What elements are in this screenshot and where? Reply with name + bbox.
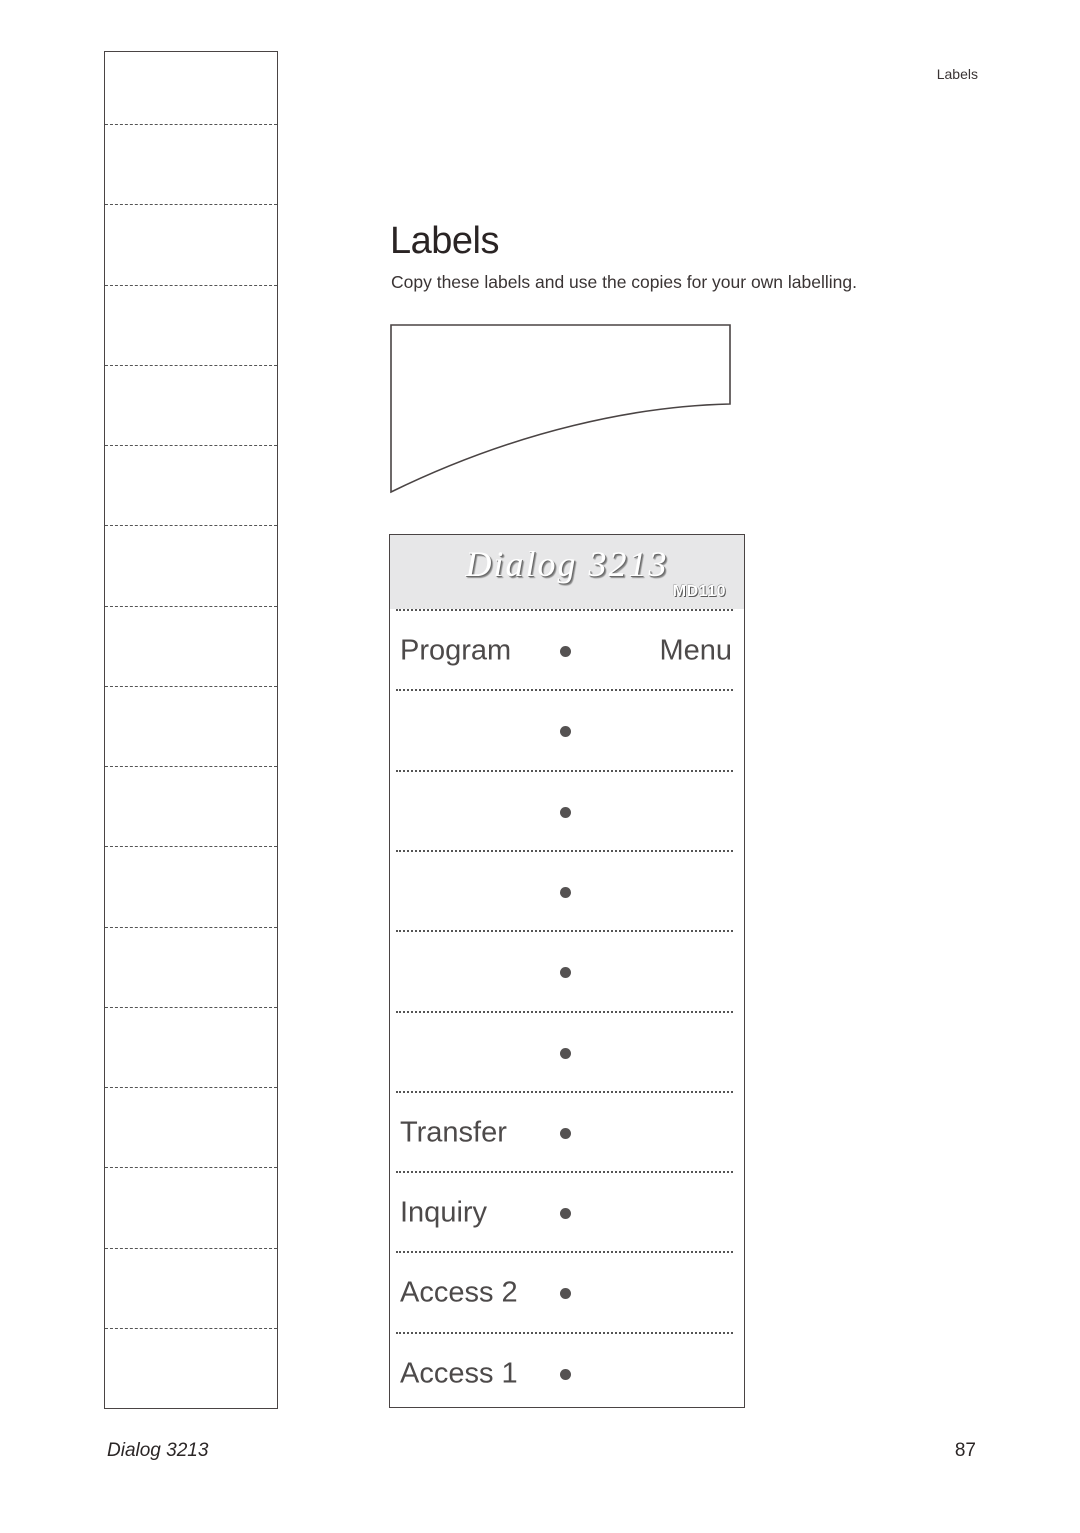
blank-label-cell <box>105 1327 277 1409</box>
blank-label-cell <box>105 605 277 687</box>
blank-label-cell <box>105 445 277 526</box>
blank-label-cell <box>105 685 277 767</box>
brand-name: Dialog 3213 <box>465 544 669 584</box>
key-label-left: Access 1 <box>400 1357 518 1390</box>
blank-label-strip <box>104 51 278 1409</box>
key-label-row: Access 2 <box>390 1253 744 1333</box>
cutout-outline <box>390 324 731 494</box>
key-label-row: Inquiry <box>390 1173 744 1253</box>
key-label-row <box>390 772 744 852</box>
blank-label-cell <box>105 766 277 847</box>
blank-label-cell <box>105 364 277 446</box>
key-label-right: Menu <box>659 634 732 667</box>
led-dot-icon <box>560 967 571 979</box>
blank-label-cell <box>105 1247 277 1329</box>
led-dot-icon <box>560 886 571 898</box>
key-label-row <box>390 1013 744 1093</box>
card-header: Dialog 3213 MD110 <box>390 535 744 609</box>
page-title: Labels <box>390 220 499 262</box>
blank-label-cell <box>105 1087 277 1168</box>
model-name: MD110 <box>672 583 726 600</box>
running-head: Labels <box>936 66 978 82</box>
blank-label-cell <box>105 1006 277 1088</box>
key-label-row: Access 1 <box>390 1334 744 1414</box>
blank-label-cell <box>105 846 277 927</box>
led-dot-icon <box>560 646 571 657</box>
blank-label-cell <box>105 1167 277 1248</box>
led-dot-icon <box>560 1208 571 1220</box>
key-label-row <box>390 932 744 1012</box>
blank-label-cell <box>105 124 277 205</box>
blank-label-cell <box>105 926 277 1008</box>
led-dot-icon <box>560 726 571 738</box>
key-label-row <box>390 852 744 932</box>
key-label-left: Transfer <box>400 1116 507 1149</box>
key-label-row: Transfer <box>390 1093 744 1173</box>
intro-text: Copy these labels and use the copies for… <box>391 272 857 292</box>
blank-label-cell <box>105 284 277 366</box>
led-dot-icon <box>560 1047 571 1059</box>
display-cutout-label <box>390 324 731 494</box>
key-label-left: Program <box>400 634 512 667</box>
led-dot-icon <box>560 1127 571 1139</box>
footer-product: Dialog 3213 <box>107 1440 209 1461</box>
page-number: 87 <box>954 1440 976 1461</box>
blank-label-cell <box>105 204 277 285</box>
blank-label-cell <box>105 525 277 606</box>
key-label-card: Dialog 3213 MD110 Program Menu Transfer Inq… <box>389 534 745 1408</box>
led-dot-icon <box>560 1288 571 1300</box>
led-dot-icon <box>560 1368 571 1380</box>
led-dot-icon <box>560 806 571 818</box>
key-label-left: Access 2 <box>400 1276 518 1309</box>
blank-label-cell <box>105 52 277 124</box>
key-label-left: Inquiry <box>400 1196 488 1229</box>
key-label-row: Program Menu <box>390 611 744 691</box>
key-label-row <box>390 691 744 771</box>
